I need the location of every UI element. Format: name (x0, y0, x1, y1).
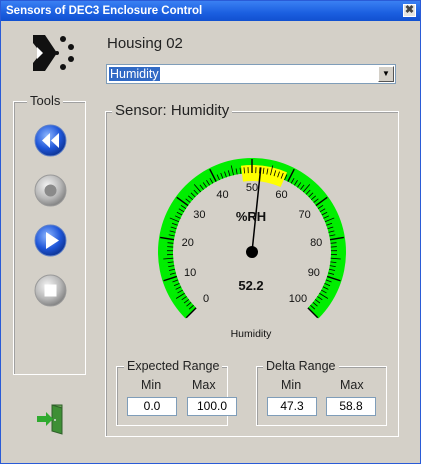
expected-max-field[interactable]: 100.0 (187, 397, 237, 416)
stop-button[interactable] (34, 274, 67, 307)
close-button[interactable]: ✖ (403, 4, 416, 17)
gauge-unit-label: %RH (236, 209, 266, 224)
expected-max-label: Max (192, 378, 216, 392)
expected-range-group: Expected Range Min Max 0.0 100.0 (116, 359, 237, 426)
gauge-minor-tick (243, 167, 245, 174)
delta-max-label: Max (340, 378, 364, 392)
gauge-caption: Humidity (231, 328, 273, 340)
expected-range-label: Expected Range (124, 359, 223, 373)
gauge-tick-label: 10 (184, 267, 196, 279)
humidity-gauge: 0 10 20 30 40 50 60 70 80 90 100 %RH 52.2 Humidity (158, 158, 346, 340)
exit-door-icon[interactable] (34, 403, 68, 435)
dec3-logo-icon (33, 35, 74, 71)
window-title: Sensors of DEC3 Enclosure Control (6, 5, 203, 17)
gauge-tick-label: 80 (310, 237, 322, 249)
gauge-tick-label: 90 (308, 267, 320, 279)
tools-label: Tools (27, 93, 64, 108)
sensor-select[interactable]: Humidity ▼ (106, 64, 396, 84)
delta-min-label: Min (281, 378, 302, 392)
gauge-tick-label: 20 (182, 237, 194, 249)
rewind-button[interactable] (34, 124, 67, 157)
tools-group: Tools (13, 93, 86, 375)
expected-min-field[interactable]: 0.0 (127, 397, 177, 416)
chevron-down-icon[interactable]: ▼ (378, 66, 394, 82)
title-bar[interactable]: Sensors of DEC3 Enclosure Control ✖ (1, 1, 420, 21)
sensor-select-value: Humidity (109, 67, 160, 81)
gauge-tick-label: 100 (289, 293, 307, 305)
play-button[interactable] (34, 224, 67, 257)
delta-range-group: Delta Range Min Max 47.3 58.8 (256, 359, 387, 426)
delta-range-label: Delta Range (263, 359, 339, 373)
gauge-tick-label: 70 (298, 209, 310, 221)
gauge-tick-label: 60 (275, 189, 287, 201)
record-button[interactable] (34, 174, 67, 207)
gauge-tick-label: 0 (203, 293, 209, 305)
gauge-tick-label: 30 (193, 209, 205, 221)
gauge-tick-label: 50 (246, 182, 258, 194)
gauge-needle-hub (246, 246, 258, 258)
delta-min-field[interactable]: 47.3 (267, 397, 317, 416)
expected-min-label: Min (141, 378, 162, 392)
app-window: Sensors of DEC3 Enclosure Control ✖ Hous… (0, 0, 421, 464)
gauge-value-readout: 52.2 (238, 278, 263, 293)
delta-max-field[interactable]: 58.8 (326, 397, 376, 416)
housing-label: Housing 02 (107, 35, 183, 52)
sensor-group: Sensor: Humidity 0 10 20 30 40 50 60 70 80 90 100 … (105, 102, 399, 437)
gauge-tick-label: 40 (216, 189, 228, 201)
